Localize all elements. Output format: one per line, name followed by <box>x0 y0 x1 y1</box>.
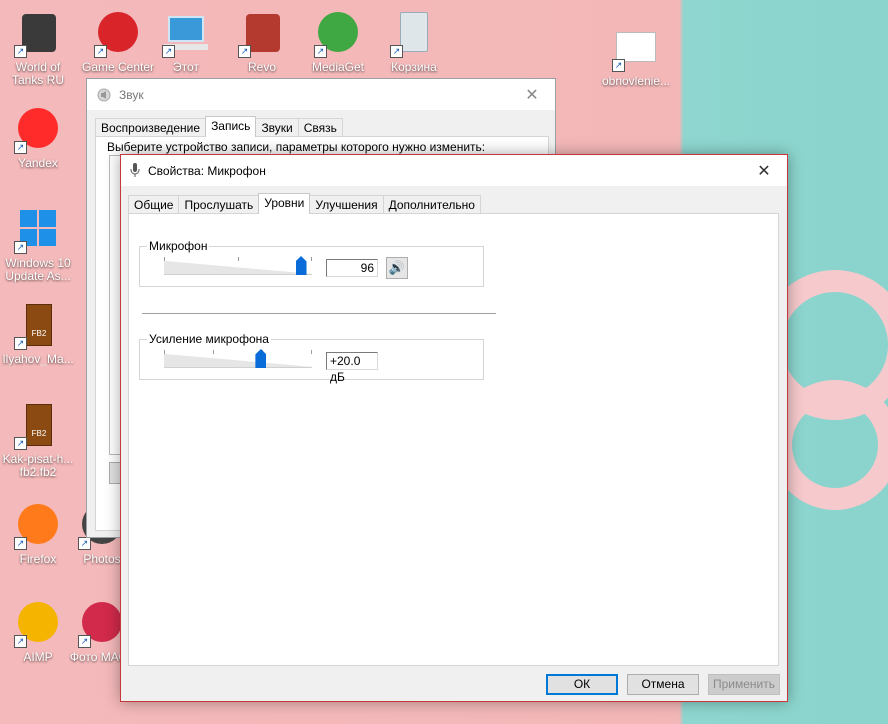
desktop-icon-label: Корзина <box>391 61 437 74</box>
tab-enhancements[interactable]: Улучшения <box>309 195 384 213</box>
desktop-icon-mediaget[interactable]: ↗ MediaGet <box>300 10 376 74</box>
sound-window-title: Звук <box>119 87 144 102</box>
desktop-icon-yandex[interactable]: ↗ Yandex <box>0 106 76 170</box>
desktop-icon-label: obnovlenie... <box>601 75 671 88</box>
fb2-book-icon: FB2 ↗ <box>14 302 62 350</box>
desktop-icon-recycle-bin[interactable]: ↗ Корзина <box>376 10 452 74</box>
revo-icon: ↗ <box>238 10 286 58</box>
slider-tick <box>238 257 239 261</box>
properties-tabs: Общие Прослушать Уровни Улучшения Дополн… <box>128 193 481 214</box>
tank-icon: ↗ <box>14 10 62 58</box>
desktop-icon-label: Windows 10 Update As... <box>5 257 71 283</box>
fb2-book-icon: FB2 ↗ <box>14 402 62 450</box>
computer-icon: ↗ <box>162 10 210 58</box>
shortcut-arrow-icon: ↗ <box>14 45 27 58</box>
desktop-icon-label: Revo <box>247 61 276 74</box>
desktop-icon-windows-update[interactable]: ↗ Windows 10 Update As... <box>0 206 76 283</box>
desktop-icon-label: Yandex <box>18 157 58 170</box>
desktop-icon-label: Game Center <box>81 61 155 74</box>
tab-sounds[interactable]: Звуки <box>255 118 299 136</box>
slider-tick <box>311 350 312 354</box>
microphone-level-label: Микрофон <box>147 239 210 253</box>
shortcut-arrow-icon: ↗ <box>14 537 27 550</box>
desktop-icon-revo[interactable]: ↗ Revo <box>224 10 300 74</box>
photo-master-icon: ↗ <box>78 600 126 648</box>
slider-tick <box>311 257 312 261</box>
shortcut-arrow-icon: ↗ <box>14 241 27 254</box>
windows-icon: ↗ <box>14 206 62 254</box>
microphone-icon <box>130 163 140 177</box>
mediaget-icon: ↗ <box>314 10 362 58</box>
shortcut-arrow-icon: ↗ <box>78 635 91 648</box>
recycle-bin-icon: ↗ <box>390 10 438 58</box>
tab-general[interactable]: Общие <box>128 195 180 213</box>
close-icon[interactable]: ✕ <box>741 155 787 186</box>
shortcut-arrow-icon: ↗ <box>390 45 403 58</box>
game-center-icon: ↗ <box>94 10 142 58</box>
desktop-icon-obnovlenie[interactable]: ↗ obnovlenie... <box>598 24 674 88</box>
sound-tabs: Воспроизведение Запись Звуки Связь <box>95 116 343 137</box>
tab-advanced[interactable]: Дополнительно <box>382 195 481 213</box>
desktop-icon-world-of-tanks[interactable]: ↗ World of Tanks RU <box>0 10 76 87</box>
desktop-icon-this-pc[interactable]: ↗ Этот <box>148 10 224 74</box>
tab-listen[interactable]: Прослушать <box>178 195 260 213</box>
microphone-boost-value[interactable]: +20.0 дБ <box>326 352 378 384</box>
cancel-button[interactable]: Отмена <box>627 674 699 695</box>
desktop-icon-label: Этот <box>173 61 199 74</box>
slider-thumb[interactable] <box>255 349 267 368</box>
tab-recording[interactable]: Запись <box>205 116 257 137</box>
section-divider <box>142 313 496 314</box>
microphone-boost-group: Усиление микрофона +20.0 дБ <box>139 332 484 384</box>
apply-button[interactable]: Применить <box>708 674 780 695</box>
microphone-level-group: Микрофон 96 🔊 <box>139 239 484 287</box>
shortcut-arrow-icon: ↗ <box>314 45 327 58</box>
shortcut-arrow-icon: ↗ <box>14 337 27 350</box>
sound-window-titlebar[interactable]: Звук ✕ <box>87 79 555 110</box>
shortcut-arrow-icon: ↗ <box>78 537 91 550</box>
levels-panel: Микрофон 96 🔊 Усиление микрофона +20.0 д… <box>128 213 779 666</box>
desktop-icon-label: MediaGet <box>311 61 365 74</box>
properties-titlebar[interactable]: Свойства: Микрофон ✕ <box>121 155 787 186</box>
slider-thumb[interactable] <box>295 256 307 275</box>
slider-tick <box>164 350 165 354</box>
desktop-icon-game-center[interactable]: ↗ Game Center <box>80 10 156 74</box>
desktop-icon-label: Ilyahov_Ma... <box>2 353 74 366</box>
desktop-icon-label: World of Tanks RU <box>11 61 64 87</box>
aimp-icon: ↗ <box>14 600 62 648</box>
properties-title: Свойства: Микрофон <box>148 163 266 178</box>
microphone-level-slider[interactable] <box>164 256 312 277</box>
slider-tick <box>164 257 165 261</box>
microphone-boost-label: Усиление микрофона <box>147 332 271 346</box>
microphone-level-value[interactable]: 96 <box>326 259 378 277</box>
tab-communications[interactable]: Связь <box>297 118 343 136</box>
firefox-icon: ↗ <box>14 502 62 550</box>
shortcut-arrow-icon: ↗ <box>162 45 175 58</box>
shortcut-arrow-icon: ↗ <box>14 437 27 450</box>
microphone-properties-window: Свойства: Микрофон ✕ Общие Прослушать Ур… <box>120 154 788 702</box>
fb2-badge: FB2 <box>26 404 52 446</box>
shortcut-arrow-icon: ↗ <box>612 59 625 72</box>
speaker-icon <box>97 88 111 101</box>
desktop-icon-label: Kak-pisat-h... fb2.fb2 <box>2 453 74 479</box>
tab-playback[interactable]: Воспроизведение <box>95 118 207 136</box>
file-icon: ↗ <box>612 24 660 72</box>
tab-levels[interactable]: Уровни <box>258 193 311 214</box>
slider-track <box>164 261 312 275</box>
close-icon[interactable]: ✕ <box>509 79 555 110</box>
slider-tick <box>213 350 214 354</box>
shortcut-arrow-icon: ↗ <box>14 635 27 648</box>
yandex-icon: ↗ <box>14 106 62 154</box>
shortcut-arrow-icon: ↗ <box>94 45 107 58</box>
slider-track <box>164 354 312 368</box>
shortcut-arrow-icon: ↗ <box>238 45 251 58</box>
mute-button[interactable]: 🔊 <box>386 257 408 279</box>
speaker-volume-icon: 🔊 <box>388 260 406 275</box>
microphone-boost-slider[interactable] <box>164 349 312 370</box>
desktop-icon-fb2-kak-pisat[interactable]: FB2 ↗ Kak-pisat-h... fb2.fb2 <box>0 402 76 479</box>
desktop-icon-fb2-ilyahov[interactable]: FB2 ↗ Ilyahov_Ma... <box>0 302 76 366</box>
ok-button[interactable]: ОК <box>546 674 618 695</box>
shortcut-arrow-icon: ↗ <box>14 141 27 154</box>
fb2-badge: FB2 <box>26 304 52 346</box>
recording-instructions: Выберите устройство записи, параметры ко… <box>107 140 486 154</box>
